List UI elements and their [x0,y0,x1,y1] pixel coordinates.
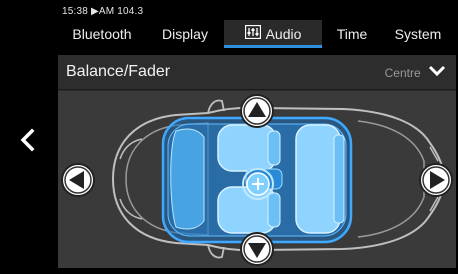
active-tab-indicator [224,45,322,48]
arrow-up-icon[interactable] [239,93,275,129]
arrow-right-icon[interactable] [418,162,454,198]
page-title: Balance/Fader [66,63,171,80]
tab-bluetooth[interactable]: Bluetooth [56,20,148,48]
tab-system[interactable]: System [384,20,452,48]
panel-header: Balance/Fader Centre [58,55,456,90]
chevron-left-icon [20,128,35,152]
arrow-left-icon[interactable] [60,162,96,198]
chevron-down-icon [428,65,446,80]
tab-audio[interactable]: Audio [224,20,322,48]
plus-icon[interactable] [241,167,275,201]
tab-label: System [394,26,442,42]
arrow-down-icon[interactable] [239,231,275,267]
status-bar: 15:38 ▶AM 104.3 [62,6,144,17]
infotainment-screen: 15:38 ▶AM 104.3 Bluetooth Display Audio [0,0,458,274]
back-button[interactable] [10,120,46,160]
preset-value: Centre [384,66,421,80]
tab-label: Bluetooth [72,26,132,42]
tab-time[interactable]: Time [322,20,382,48]
tab-label: Display [162,26,208,42]
tab-label: Audio [265,26,302,42]
car-balance-stage[interactable] [58,91,456,268]
balance-fader-panel: Balance/Fader Centre [58,55,456,268]
preset-dropdown[interactable]: Centre [384,65,446,80]
tab-label: Time [336,26,368,42]
tab-display[interactable]: Display [148,20,222,48]
equalizer-icon [244,20,261,48]
tab-bar: Bluetooth Display Audio Time System [56,20,452,48]
